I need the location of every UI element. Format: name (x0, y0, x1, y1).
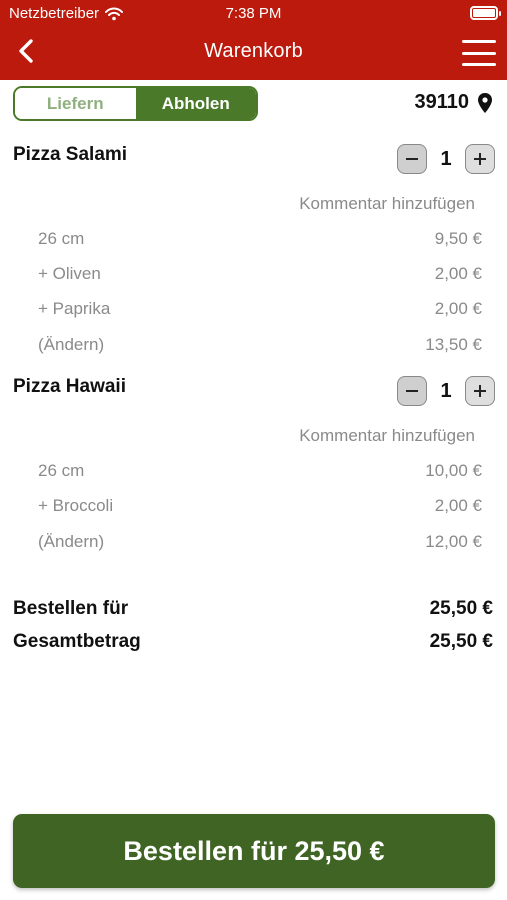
item-line: + Broccoli 2,00 € (38, 496, 482, 516)
add-comment-link[interactable]: Kommentar hinzufügen (299, 426, 475, 446)
location-pin-icon (478, 92, 492, 113)
edit-item-link[interactable]: (Ändern) (38, 335, 104, 355)
add-comment-link[interactable]: Kommentar hinzufügen (299, 194, 475, 214)
page-title: Warenkorb (204, 40, 303, 62)
decrease-quantity-button[interactable] (397, 144, 427, 174)
plus-icon-stroke (479, 385, 481, 397)
item-line: 26 cm 10,00 € (38, 461, 482, 481)
hamburger-icon-bar (462, 40, 496, 43)
item-line: (Ändern) 13,50 € (38, 335, 482, 355)
total-label: Bestellen für (13, 598, 129, 619)
app-header: Netzbetreiber 7:38 PM Warenkorb (0, 0, 507, 80)
toggle-option-deliver[interactable]: Liefern (15, 88, 136, 119)
edit-item-link[interactable]: (Ändern) (38, 532, 104, 552)
line-price: 2,00 € (434, 299, 482, 318)
hamburger-icon-bar (462, 63, 496, 66)
total-label: Gesamtbetrag (13, 631, 141, 652)
grand-total-row: Gesamtbetrag 25,50 € (13, 631, 493, 653)
total-value: 25,50 € (429, 598, 493, 619)
item-subtotal: 12,00 € (425, 532, 482, 551)
item-line: 26 cm 9,50 € (38, 229, 482, 249)
line-label: 26 cm (38, 461, 85, 480)
line-price: 2,00 € (434, 496, 482, 515)
line-label: + Broccoli (38, 496, 114, 515)
minus-icon (406, 390, 418, 392)
status-bar: Netzbetreiber 7:38 PM (0, 0, 507, 28)
delivery-mode-toggle: Liefern Abholen (13, 86, 258, 121)
line-price: 9,50 € (434, 229, 482, 248)
item-line: (Ändern) 12,00 € (38, 532, 482, 552)
hamburger-icon-bar (462, 51, 496, 55)
increase-quantity-button[interactable] (465, 376, 495, 406)
decrease-quantity-button[interactable] (397, 376, 427, 406)
battery-icon (470, 6, 501, 20)
navigation-bar: Warenkorb (0, 30, 507, 76)
quantity-stepper: 1 (397, 376, 495, 406)
menu-button[interactable] (462, 40, 496, 66)
place-order-button[interactable]: Bestellen für 25,50 € (13, 814, 495, 888)
line-label: + Paprika (38, 299, 111, 318)
order-total-row: Bestellen für 25,50 € (13, 598, 493, 620)
item-subtotal: 13,50 € (425, 335, 482, 354)
plus-icon-stroke (479, 153, 481, 165)
total-value: 25,50 € (429, 631, 493, 652)
minus-icon (406, 158, 418, 160)
toggle-option-pickup[interactable]: Abholen (135, 88, 256, 119)
quantity-stepper: 1 (397, 144, 495, 174)
cart-item-name: Pizza Hawaii (13, 376, 126, 397)
zip-code: 39110 (414, 91, 469, 113)
line-label: 26 cm (38, 229, 85, 248)
item-line: + Oliven 2,00 € (38, 264, 482, 284)
cart-item-name: Pizza Salami (13, 144, 128, 165)
status-time: 7:38 PM (225, 5, 282, 22)
increase-quantity-button[interactable] (465, 144, 495, 174)
line-price: 10,00 € (425, 461, 482, 480)
quantity-value: 1 (440, 147, 452, 170)
location-selector[interactable]: 39110 (414, 91, 493, 114)
line-label: + Oliven (38, 264, 101, 283)
item-line: + Paprika 2,00 € (38, 299, 482, 319)
quantity-value: 1 (440, 379, 452, 402)
line-price: 2,00 € (434, 264, 482, 283)
